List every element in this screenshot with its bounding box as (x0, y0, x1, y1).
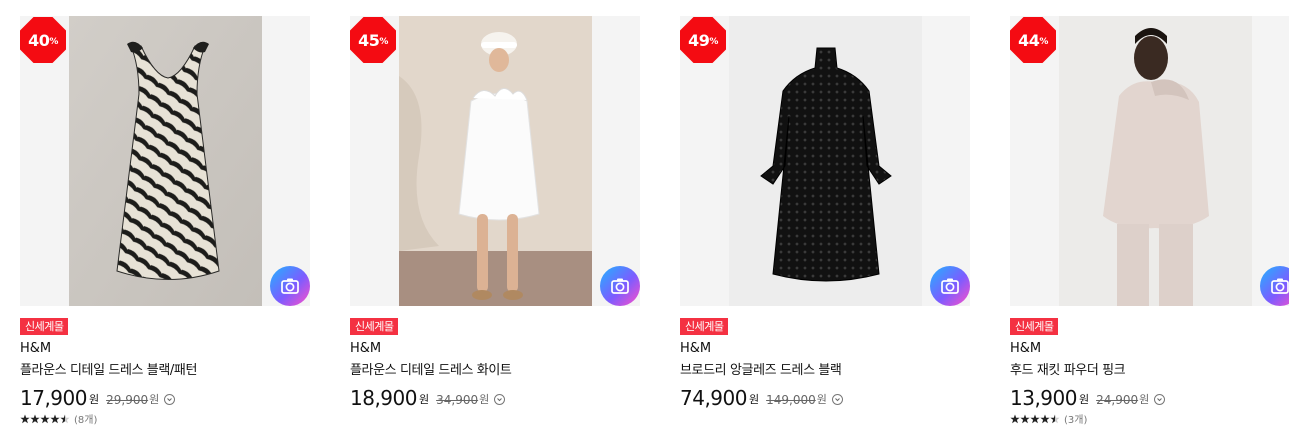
star-icon (1010, 414, 1020, 423)
product-brand[interactable]: H&M (1010, 341, 1041, 356)
star-icon (20, 414, 30, 423)
price-row: 18,900 원 34,900 원 (350, 383, 506, 410)
product-grid: 40% 신세계몰 H&M 플라운스 디테일 드레스 블랙/패턴 17,900 원… (0, 0, 1289, 447)
camera-search-icon (281, 278, 299, 294)
star-rating (1010, 414, 1060, 424)
star-icon (1040, 414, 1050, 423)
discount-badge: 45% (350, 17, 396, 63)
star-icon (40, 414, 50, 423)
store-tag[interactable]: 신세계몰 (680, 318, 729, 335)
original-currency-unit: 원 (149, 393, 160, 406)
info-circle-icon[interactable] (1154, 394, 1166, 405)
discount-percent: % (379, 36, 388, 47)
product-card[interactable]: 45% 신세계몰 H&M 플라운스 디테일 드레스 화이트 18,900 원 3… (350, 16, 640, 409)
star-half-icon (1050, 414, 1060, 423)
product-photo (69, 16, 262, 306)
info-circle-icon[interactable] (831, 394, 843, 405)
sale-price: 17,900 (20, 386, 87, 410)
price-row: 74,900 원 149,000 원 (680, 383, 843, 409)
sale-price: 74,900 (680, 386, 747, 410)
discount-badge: 44% (1010, 17, 1056, 63)
original-currency-unit: 원 (816, 393, 827, 406)
price-row: 17,900 원 29,900 원 (20, 383, 176, 410)
discount-percent: % (709, 36, 718, 47)
product-thumbnail[interactable]: 40% (20, 16, 310, 306)
star-icon (30, 414, 40, 423)
star-half-icon (60, 414, 70, 423)
original-currency-unit: 원 (1139, 393, 1150, 406)
original-price: 149,000 (766, 393, 816, 407)
currency-unit: 원 (1078, 393, 1090, 406)
price-row: 13,900 원 24,900 원 (1010, 383, 1166, 410)
product-thumbnail[interactable]: 45% (350, 16, 640, 306)
star-icon (1030, 414, 1040, 423)
discount-percent: % (1039, 36, 1048, 47)
star-rating (20, 414, 70, 424)
camera-search-button[interactable] (270, 266, 310, 306)
discount-value: 49 (688, 30, 710, 50)
store-tag[interactable]: 신세계몰 (1010, 318, 1059, 335)
product-photo (399, 16, 592, 306)
discount-badge: 49% (680, 17, 726, 63)
product-title[interactable]: 플라운스 디테일 드레스 블랙/패턴 (20, 359, 197, 378)
camera-search-button[interactable] (1260, 266, 1289, 306)
info-circle-icon[interactable] (164, 394, 176, 405)
store-tag[interactable]: 신세계몰 (20, 318, 69, 335)
review-count[interactable]: (3개) (1064, 411, 1087, 426)
rating: (3개) (1010, 411, 1087, 426)
currency-unit: 원 (88, 393, 100, 406)
original-price: 29,900 (106, 393, 149, 407)
product-photo (1059, 16, 1252, 306)
camera-search-button[interactable] (600, 266, 640, 306)
product-photo (729, 16, 922, 306)
sale-price: 13,900 (1010, 386, 1077, 410)
store-tag[interactable]: 신세계몰 (350, 318, 399, 335)
info-circle-icon[interactable] (494, 394, 506, 405)
original-price: 24,900 (1096, 393, 1139, 407)
camera-search-icon (941, 278, 959, 294)
discount-badge: 40% (20, 17, 66, 63)
product-card[interactable]: 49% 신세계몰 H&M 브로드리 앙글레즈 드레스 블랙 74,900 원 1… (680, 16, 970, 409)
product-card[interactable]: 40% 신세계몰 H&M 플라운스 디테일 드레스 블랙/패턴 17,900 원… (20, 16, 310, 426)
review-count[interactable]: (8개) (74, 411, 97, 426)
discount-value: 45 (358, 30, 380, 50)
camera-search-icon (1271, 278, 1289, 294)
product-brand[interactable]: H&M (350, 341, 381, 356)
discount-value: 40 (28, 30, 50, 50)
star-icon (1020, 414, 1030, 423)
original-currency-unit: 원 (479, 393, 490, 406)
product-thumbnail[interactable]: 44% (1010, 16, 1289, 306)
product-brand[interactable]: H&M (680, 341, 711, 356)
product-thumbnail[interactable]: 49% (680, 16, 970, 306)
product-title[interactable]: 플라운스 디테일 드레스 화이트 (350, 359, 512, 378)
product-title[interactable]: 후드 재킷 파우더 핑크 (1010, 359, 1126, 378)
sale-price: 18,900 (350, 386, 417, 410)
product-card[interactable]: 44% 신세계몰 H&M 후드 재킷 파우더 핑크 13,900 원 24,90… (1010, 16, 1289, 426)
product-title[interactable]: 브로드리 앙글레즈 드레스 블랙 (680, 359, 842, 378)
currency-unit: 원 (418, 393, 430, 406)
rating: (8개) (20, 411, 97, 426)
original-price: 34,900 (436, 393, 479, 407)
product-brand[interactable]: H&M (20, 341, 51, 356)
currency-unit: 원 (748, 393, 760, 406)
star-icon (50, 414, 60, 423)
discount-percent: % (49, 36, 58, 47)
discount-value: 44 (1018, 30, 1040, 50)
camera-search-icon (611, 278, 629, 294)
camera-search-button[interactable] (930, 266, 970, 306)
